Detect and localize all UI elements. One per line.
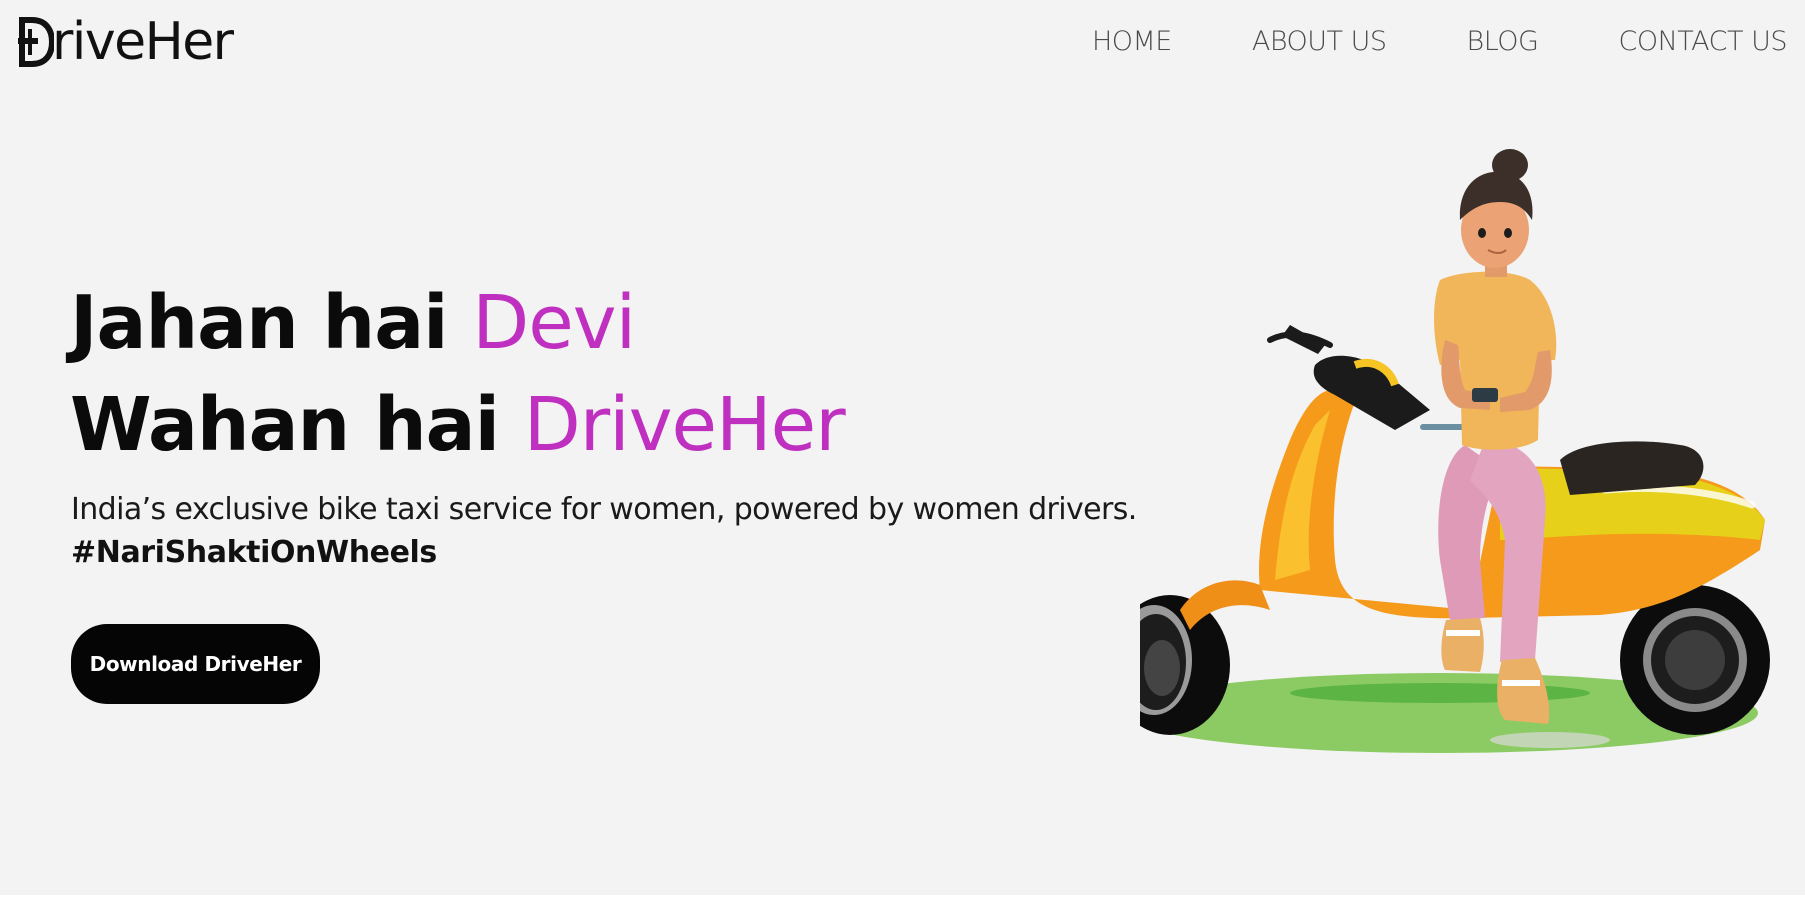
download-button[interactable]: Download DriveHer xyxy=(71,624,320,704)
woman-shoe-right-shape xyxy=(1497,658,1550,724)
nav-item-about: ABOUT US xyxy=(1252,26,1387,57)
nav-link-home[interactable]: HOME xyxy=(1092,26,1172,57)
nav-item-blog: BLOG xyxy=(1467,26,1539,57)
hero-subtitle: India’s exclusive bike taxi service for … xyxy=(71,492,1137,527)
brand-logo[interactable]: riveHer xyxy=(18,6,234,78)
hero-line-2: Wahan hai DriveHer xyxy=(70,374,846,476)
nav-item-home: HOME xyxy=(1092,26,1172,57)
phone-shape xyxy=(1472,388,1498,402)
hero-title: Jahan hai Devi Wahan hai DriveHer xyxy=(70,272,846,476)
hero-hashtag: #NariShaktiOnWheels xyxy=(71,535,437,570)
woman-shoe-left-shape xyxy=(1441,618,1484,672)
nav-link-about[interactable]: ABOUT US xyxy=(1252,26,1387,57)
logo-mark-icon xyxy=(18,17,54,67)
hero-line-1-prefix: Jahan hai xyxy=(70,280,473,366)
nav-item-contact: CONTACT US xyxy=(1618,26,1787,57)
hero-line-2-prefix: Wahan hai xyxy=(70,382,524,468)
brand-name: riveHer xyxy=(52,12,234,72)
woman-on-scooter-illustration xyxy=(1140,149,1770,753)
nav-link-blog[interactable]: BLOG xyxy=(1467,26,1539,57)
hero-line-2-accent: DriveHer xyxy=(523,382,846,468)
hero-line-1-accent: Devi xyxy=(472,280,636,366)
hero-line-1: Jahan hai Devi xyxy=(70,272,845,374)
main-nav: HOME ABOUT US BLOG CONTACT US xyxy=(1092,26,1788,57)
page: riveHer HOME ABOUT US BLOG CONTACT US Ja… xyxy=(0,0,1805,895)
nav-link-contact[interactable]: CONTACT US xyxy=(1618,26,1787,57)
